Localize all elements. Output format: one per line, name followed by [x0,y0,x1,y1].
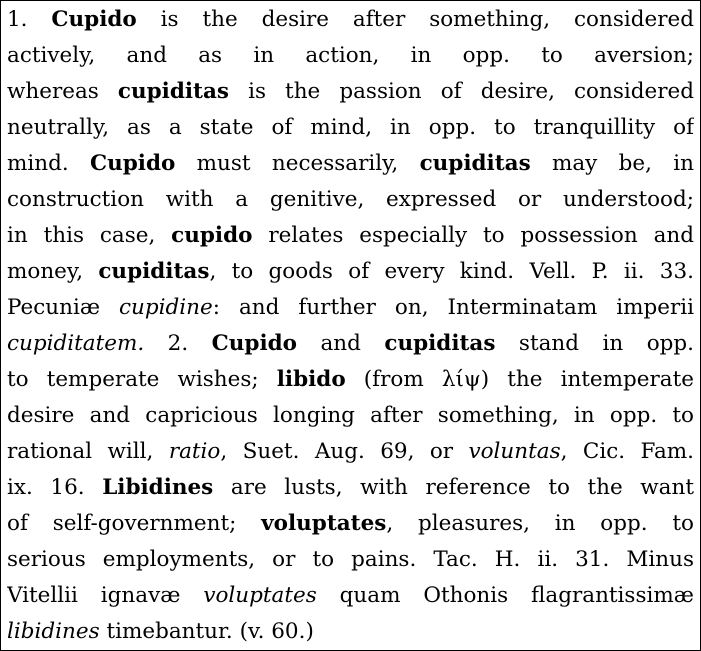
headword-bold: cupiditas [419,151,531,176]
headword-bold: cupiditas [384,331,496,356]
text-run: are lusts, with reference to the want [213,475,694,500]
text-run: rational will, [7,439,169,464]
text-line: serious employments, or to pains. Tac. H… [7,542,694,578]
text-line: ix. 16. Libidines are lusts, with refere… [7,470,694,506]
text-run: neutrally, as a state of mind, in opp. t… [7,115,694,140]
italic-term: cupidine [119,295,213,320]
text-line: Vitellii ignavæ voluptates quam Othonis … [7,578,694,614]
text-line: construction with a genitive, expressed … [7,182,694,218]
headword-bold: Cupido [211,331,297,356]
text-run: , to goods of every kind. Vell. P. ii. 3… [209,259,694,284]
text-run: Vitellii ignavæ [7,583,204,608]
text-run: (from λίψ) the intemperate [345,367,694,392]
text-line: desire and capricious longing after some… [7,398,694,434]
text-run: of self-government; [7,511,262,536]
italic-term: voluntas [468,439,561,464]
headword-bold: cupiditas [98,259,210,284]
text-line: mind. Cupido must necessarily, cupiditas… [7,146,694,182]
text-run: whereas [7,79,118,104]
text-run: and [297,331,385,356]
italic-term: libidines [7,619,100,644]
text-run: 1. [7,7,52,32]
text-run: timebantur. (v. 60.) [99,619,314,644]
text-run: must necessarily, [175,151,420,176]
text-run: relates especially to possession and [252,223,694,248]
text-run: quam Othonis flagrantissimæ [316,583,694,608]
text-run: Pecuniæ [7,295,120,320]
headword-bold: Libidines [102,475,214,500]
text-run: mind. [7,151,91,176]
text-line: actively, and as in action, in opp. to a… [7,38,694,74]
text-line: rational will, ratio, Suet. Aug. 69, or … [7,434,694,470]
text-line: 1. Cupido is the desire after something,… [7,2,694,38]
text-run: ix. 16. [7,475,103,500]
headword-bold: Cupido [90,151,176,176]
text-line: neutrally, as a state of mind, in opp. t… [7,110,694,146]
headword-bold: voluptates [261,511,387,536]
text-line: to temperate wishes; libido (from λίψ) t… [7,362,694,398]
italic-term: voluptates [203,583,317,608]
text-run: 2. [144,331,212,356]
text-run: is the passion of desire, considered [229,79,694,104]
text-line: of self-government; voluptates, pleasure… [7,506,694,542]
document-page: 1. Cupido is the desire after something,… [0,0,701,651]
headword-bold: libido [276,367,346,392]
italic-term: cupiditatem. [7,331,145,356]
text-line: whereas cupiditas is the passion of desi… [7,74,694,110]
text-run: to temperate wishes; [7,367,277,392]
text-run: , Suet. Aug. 69, or [220,439,469,464]
text-line: cupiditatem. 2. Cupido and cupiditas sta… [7,326,694,362]
text-run: is the desire after something, considere… [136,7,694,32]
text-line: Pecuniæ cupidine: and further on, Interm… [7,290,694,326]
text-run: actively, and as in action, in opp. to a… [7,43,694,68]
synonym-entry-paragraph: 1. Cupido is the desire after something,… [7,2,694,650]
text-line: in this case, cupido relates especially … [7,218,694,254]
headword-bold: Cupido [51,7,137,32]
text-run: , Cic. Fam. [560,439,694,464]
text-line: libidines timebantur. (v. 60.) [7,614,694,650]
headword-bold: cupido [171,223,253,248]
text-run: : and further on, Interminatam imperii [212,295,694,320]
text-run: stand in opp. [495,331,694,356]
text-run: serious employments, or to pains. Tac. H… [7,547,694,572]
text-run: construction with a genitive, expressed … [7,187,694,212]
text-run: , pleasures, in opp. to [386,511,694,536]
text-run: in this case, [7,223,172,248]
text-line: money, cupiditas, to goods of every kind… [7,254,694,290]
italic-term: ratio [168,439,221,464]
text-run: money, [7,259,99,284]
text-run: desire and capricious longing after some… [7,403,694,428]
text-run: may be, in [530,151,694,176]
headword-bold: cupiditas [117,79,229,104]
